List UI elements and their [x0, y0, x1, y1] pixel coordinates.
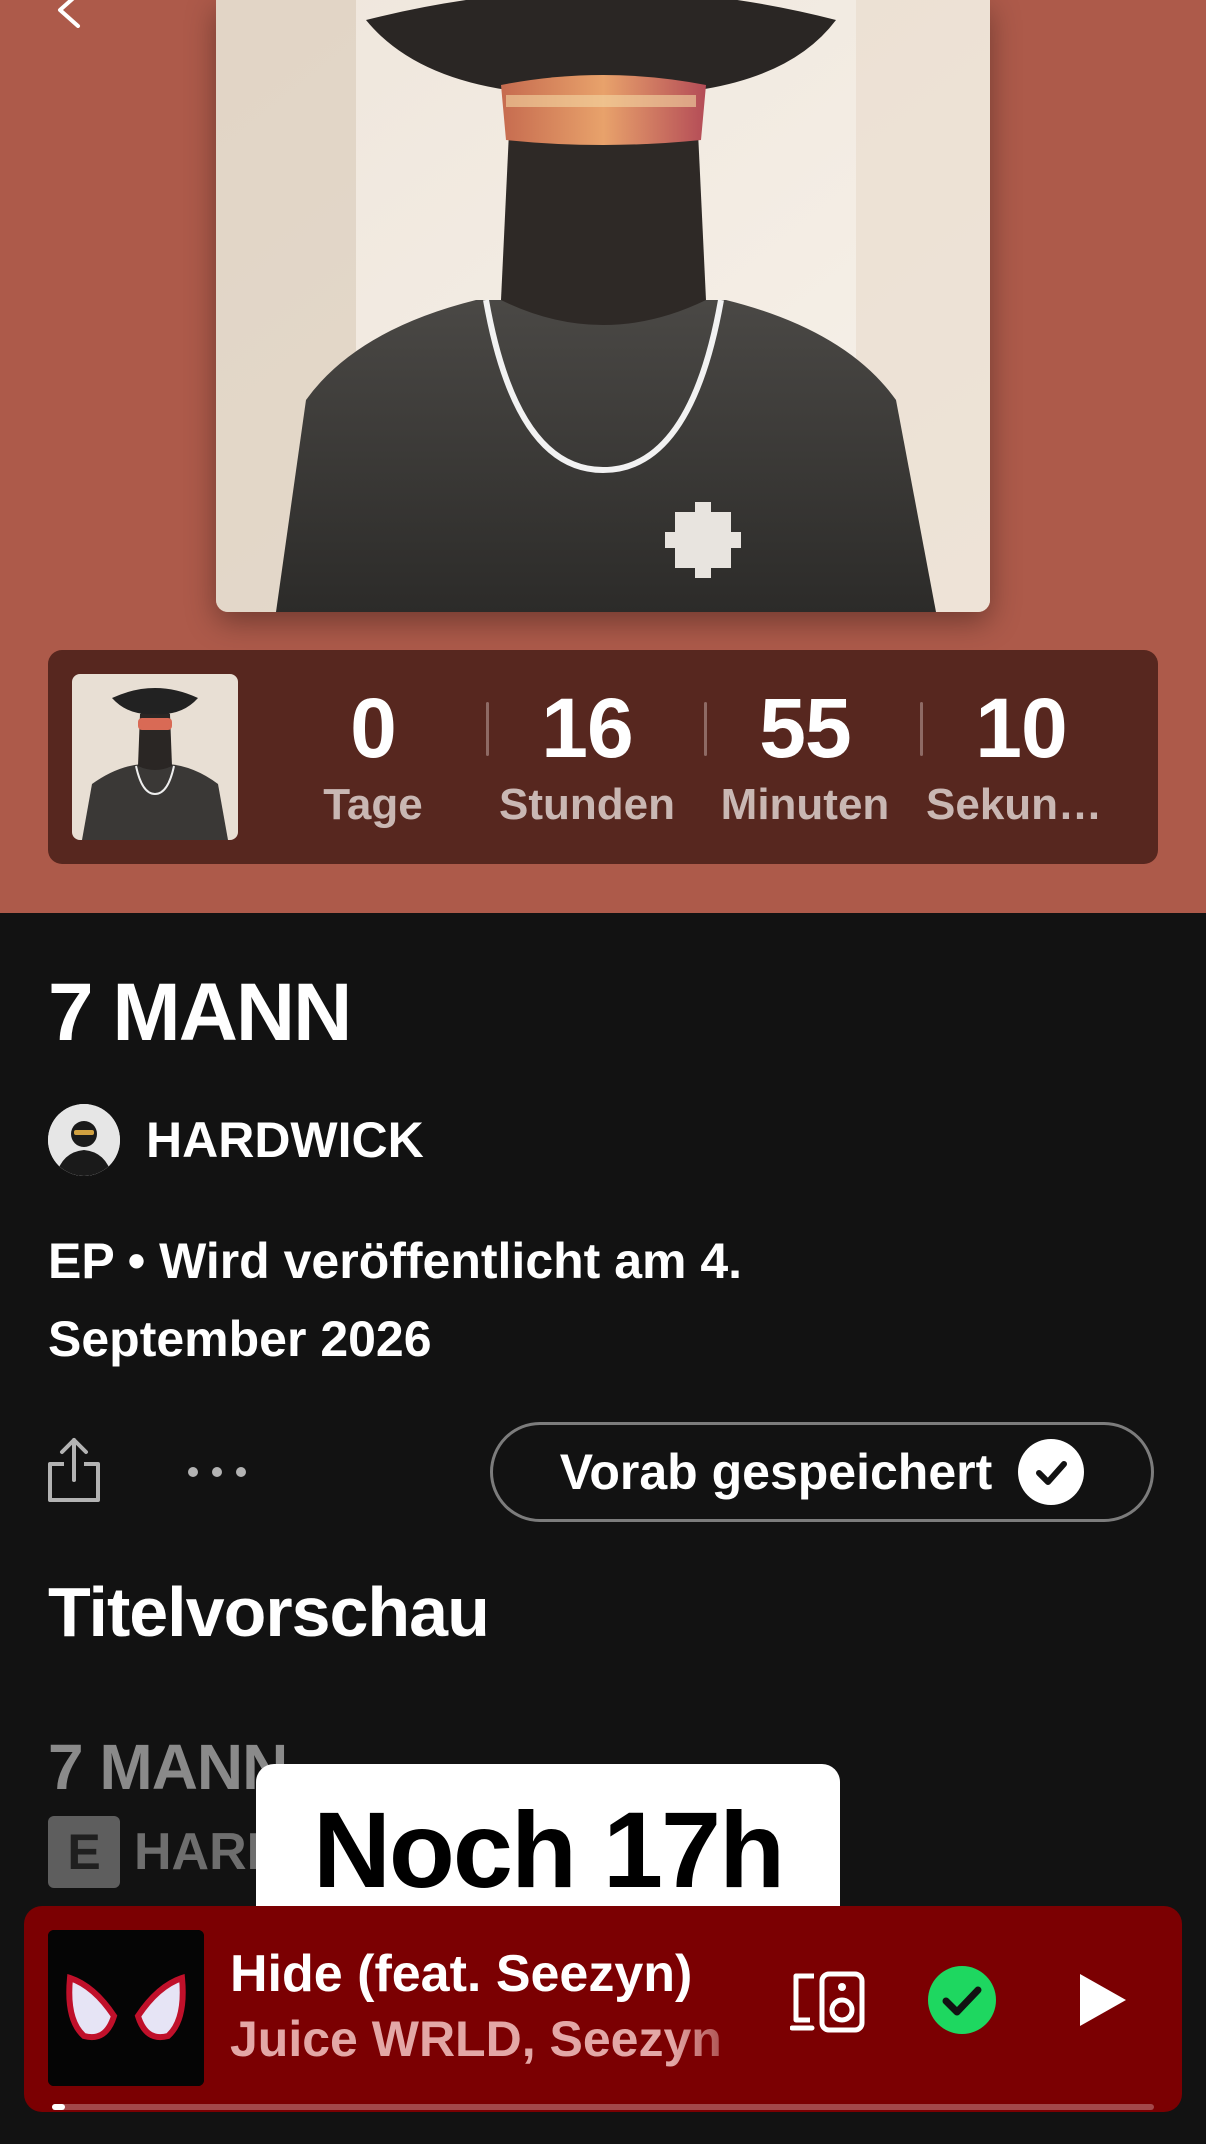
playback-progress-fill	[52, 2104, 66, 2110]
device-icon[interactable]	[790, 1970, 866, 2034]
countdown-card: 0 Tage 16 Stunden 55 Minuten 10 Sekunden	[48, 650, 1158, 864]
release-meta: EP • Wird veröffentlicht am 4. September…	[48, 1222, 1048, 1378]
play-icon[interactable]	[1068, 1968, 1132, 2032]
release-meta-line1: EP • Wird veröffentlicht am 4.	[48, 1233, 743, 1289]
cover-art	[216, 0, 990, 612]
countdown-hours-value: 16	[541, 681, 633, 775]
overlay-text: Noch 17h	[312, 1788, 785, 1910]
countdown-minutes-label: Minuten	[720, 780, 890, 829]
presave-button[interactable]: Vorab gespeichert	[490, 1422, 1154, 1522]
release-meta-line2: September 2026	[48, 1311, 432, 1367]
preview-track-title[interactable]: 7 MANN	[48, 1730, 288, 1804]
share-icon[interactable]	[44, 1434, 104, 1504]
countdown-seconds-label: Sekunden	[926, 780, 1116, 829]
countdown-minutes-value: 55	[759, 681, 851, 775]
playback-progress[interactable]	[52, 2104, 1154, 2110]
explicit-badge: E	[48, 1816, 120, 1888]
saved-check-icon[interactable]	[926, 1964, 998, 2036]
release-title: 7 MANN	[48, 967, 352, 1058]
countdown-divider	[920, 702, 923, 756]
player-track-artist: Juice WRLD, Seezyn	[230, 2011, 722, 2067]
countdown-days: 0 Tage	[278, 680, 468, 834]
release-header: 0 Tage 16 Stunden 55 Minuten 10 Sekunden	[0, 0, 1206, 913]
countdown-hours-label: Stunden	[499, 780, 675, 829]
countdown-days-label: Tage	[323, 780, 423, 829]
mini-player[interactable]: Hide (feat. Seezyn) Juice WRLD, Seezyn	[24, 1906, 1182, 2112]
countdown-hours: 16 Stunden	[492, 680, 682, 834]
countdown-divider	[704, 702, 707, 756]
more-icon[interactable]	[186, 1460, 248, 1484]
presave-label: Vorab gespeichert	[559, 1444, 993, 1500]
countdown-seconds-value: 10	[975, 681, 1067, 775]
player-track-title: Hide (feat. Seezyn)	[230, 1945, 693, 2003]
player-artwork	[48, 1930, 204, 2086]
section-title: Titelvorschau	[48, 1573, 490, 1651]
check-icon	[1018, 1439, 1085, 1505]
countdown-divider	[486, 702, 489, 756]
countdown-thumbnail	[72, 674, 238, 840]
countdown-days-value: 0	[350, 681, 397, 775]
artist-link[interactable]: HARDWICK	[48, 1104, 424, 1176]
artist-name: HARDWICK	[146, 1112, 424, 1168]
back-icon[interactable]	[48, 0, 88, 28]
artist-avatar	[48, 1104, 120, 1176]
countdown-seconds: 10 Sekunden	[926, 680, 1116, 834]
countdown-minutes: 55 Minuten	[710, 680, 900, 834]
